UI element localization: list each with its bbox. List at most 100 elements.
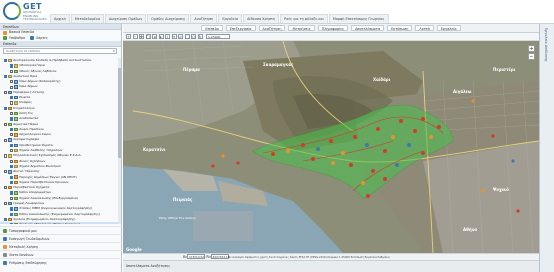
menu-tab[interactable]: Μεταδεδομένα — [70, 14, 104, 23]
map-icon — [3, 36, 7, 41]
map-provider-logo: Google — [126, 247, 142, 252]
layer-checkbox[interactable] — [10, 149, 14, 153]
layer-icon — [14, 64, 19, 68]
map-toolbar-tab[interactable]: Μετρήσεις — [288, 25, 315, 31]
layer-checkbox[interactable] — [4, 202, 8, 206]
print-tool-icon[interactable]: ⎙ — [191, 34, 196, 39]
map-canvas[interactable]: Πειραιάς Κερατσίνι Πέραμα Αιγάλεω Περιστ… — [123, 41, 539, 253]
layer-checkbox[interactable] — [4, 122, 8, 126]
layer-icon — [14, 207, 19, 211]
layer-checkbox[interactable] — [4, 138, 8, 142]
menu-tab[interactable]: Ροές για τη φύλαξη και — [280, 14, 328, 23]
map-toolbar-tab[interactable]: Επίπεδα — [201, 25, 223, 31]
menu-tab[interactable]: Αναζήτηση — [190, 14, 218, 23]
layer-checkbox[interactable] — [10, 196, 14, 200]
zoom-out-tool-icon[interactable]: − — [132, 34, 138, 39]
zoom-in-tool-icon[interactable]: + — [126, 34, 131, 39]
app-logo-icon[interactable] — [3, 2, 21, 20]
panel-bottom-item[interactable]: Τοπογραφικά μου — [0, 226, 122, 234]
menu-tab[interactable]: Μορφή Επεκτάσιμης Γεωργίας — [328, 14, 389, 23]
menu-tab[interactable]: Αρχική — [50, 14, 70, 23]
layer-checkbox[interactable] — [10, 180, 14, 185]
layer-checkbox[interactable] — [10, 133, 14, 137]
menu-tab[interactable]: Αίθουσα Χρήστη — [243, 14, 280, 23]
layer-checkbox[interactable] — [10, 96, 14, 100]
layer-icon — [14, 180, 19, 185]
status-bar: Αποτελέσματα Αναζήτησης X 473210.52 Y 42… — [123, 254, 539, 272]
select-tool-icon[interactable]: ⬚ — [184, 34, 190, 39]
layer-icon — [14, 101, 19, 105]
map-toolbar-tab[interactable]: Αποτελέσματα — [351, 25, 385, 31]
right-tools-strip[interactable]: Εργαλεία Απόδοσης — [539, 24, 554, 272]
map-toolbar-tab[interactable]: Αναζήτηση — [258, 25, 286, 31]
scrollbar-thumb[interactable] — [118, 68, 121, 158]
map-toolbar: Επίπεδα Επεξεργασία Αναζήτηση Μετρήσεις Πληρ… — [123, 24, 539, 33]
measure-tool-icon[interactable]: ↔ — [171, 34, 177, 39]
map-toolbar-tab[interactable]: Πληροφορίες — [317, 25, 349, 31]
layer-checkbox[interactable] — [10, 191, 14, 195]
section-icon — [3, 252, 7, 257]
map-toolbar-tab[interactable]: Εκτύπωση — [387, 25, 413, 31]
menu-tab[interactable]: Διαχείριση Ομάδων — [104, 14, 147, 23]
next-view-icon[interactable]: ▸ — [158, 34, 164, 39]
maps-icon — [30, 36, 35, 41]
layer-checkbox[interactable] — [10, 175, 14, 179]
layer-icon — [8, 106, 13, 111]
layer-checkbox[interactable] — [10, 69, 14, 73]
layer-checkbox[interactable] — [4, 217, 8, 222]
layer-icon — [14, 80, 19, 84]
scale-select[interactable]: 1:25000 — [206, 34, 230, 39]
map-toolbar-tab[interactable]: Λεπτά — [415, 25, 434, 31]
layer-checkbox[interactable] — [10, 164, 14, 169]
layer-checkbox[interactable] — [10, 64, 14, 68]
layer-tree-item[interactable]: Σχολικός Αθλητισμός (Θέσεις Σχολείων) — [0, 222, 118, 224]
layer-search-input[interactable]: Αναζήτηση σε επίπεδα ⌕ — [3, 48, 117, 54]
zoom-extent-icon[interactable]: □ — [145, 34, 151, 39]
layer-checkbox[interactable] — [10, 212, 14, 216]
layer-checkbox[interactable] — [10, 101, 14, 105]
panel-bottom-item[interactable]: Μεταβολή Χρήσης — [0, 242, 122, 250]
layer-checkbox[interactable] — [10, 159, 14, 163]
layer-checkbox[interactable] — [10, 207, 14, 211]
map-zoom-out-button[interactable]: − — [528, 53, 535, 60]
layer-checkbox[interactable] — [10, 223, 14, 224]
layer-checkbox[interactable] — [4, 59, 8, 63]
layer-checkbox[interactable] — [10, 112, 14, 116]
menu-tab[interactable]: Ομάδες Διαχείρισης — [147, 14, 190, 23]
panel-bottom-item[interactable]: Λίστα Κανόνων — [0, 250, 122, 258]
layer-checkbox[interactable] — [4, 74, 8, 79]
layer-checkbox[interactable] — [10, 85, 14, 89]
layer-checkbox[interactable] — [4, 106, 8, 110]
pan-tool-icon[interactable]: ✥ — [139, 34, 144, 39]
menu-tab[interactable]: Εργαλεία — [218, 14, 243, 23]
layer-tree-scrollbar[interactable] — [118, 58, 121, 224]
layer-tree: Δευτερεύουσα Σύνδεση & Πρόσβαση Αντλιοστ… — [0, 58, 118, 224]
y-coordinate-field[interactable]: 4207432.18 — [210, 254, 230, 259]
map-zoom-in-button[interactable]: + — [528, 45, 535, 52]
layer-checkbox[interactable] — [10, 80, 14, 84]
status-label: Αποτελέσματα Αναζήτησης — [126, 264, 171, 268]
map-toolbar-tab[interactable]: Επεξεργασία — [225, 25, 256, 31]
layers-section-bar[interactable]: Επίπεδα — [0, 41, 121, 47]
layer-checkbox[interactable] — [10, 117, 14, 121]
layer-checkbox[interactable] — [10, 143, 14, 147]
layer-checkbox[interactable] — [10, 127, 14, 132]
info-tool-icon[interactable]: i — [165, 34, 170, 39]
area-tool-icon[interactable]: ▱ — [178, 34, 183, 39]
search-icon[interactable]: ⌕ — [113, 49, 115, 53]
map-svg[interactable]: Πειραιάς Κερατσίνι Πέραμα Αιγάλεω Περιστ… — [123, 41, 539, 253]
layer-checkbox[interactable] — [4, 186, 8, 190]
x-coordinate-field[interactable]: 473210.52 — [186, 254, 205, 259]
refresh-tool-icon[interactable]: ↻ — [197, 34, 203, 39]
right-strip-label: Εργαλεία Απόδοσης — [544, 28, 548, 62]
layer-checkbox[interactable] — [4, 154, 8, 158]
panel-bottom-item[interactable]: Ρυθμίσεις Επιθεώρησης — [0, 258, 122, 266]
map-label: Πέραμα — [183, 67, 200, 72]
panel-bottom-item[interactable]: Εισαγωγή Γεωδεδομένων — [0, 234, 122, 242]
map-label: Πειραιάς — [173, 197, 193, 202]
map-label: Αιγάλεω — [453, 89, 472, 94]
layer-checkbox[interactable] — [4, 170, 8, 174]
previous-view-icon[interactable]: ◂ — [152, 34, 157, 39]
map-toolbar-tab[interactable]: Εργαλεία — [436, 25, 461, 31]
layer-checkbox[interactable] — [4, 90, 8, 95]
